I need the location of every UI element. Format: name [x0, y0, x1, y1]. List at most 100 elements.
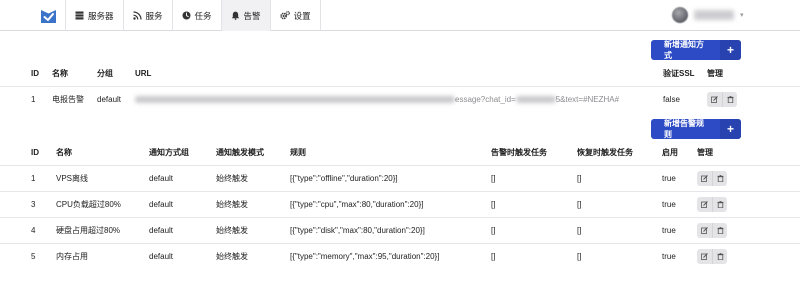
edit-button[interactable] [707, 92, 722, 107]
table-row: 1 VPS离线 default 始终触发 [{"type":"offline",… [0, 165, 800, 191]
bell-icon [231, 11, 239, 20]
cell-notification-group: default [149, 200, 174, 209]
rss-icon [132, 11, 142, 20]
logo-icon[interactable] [40, 7, 57, 24]
table-row: 3 CPU负载超过80% default 始终触发 [{"type":"cpu"… [0, 191, 800, 217]
plus-icon: + [719, 40, 741, 60]
row-actions [697, 192, 727, 217]
col-notification-group: 通知方式组 [149, 147, 189, 157]
delete-button[interactable] [712, 223, 727, 238]
cell-fail-trigger-tasks: [] [491, 252, 496, 261]
edit-button[interactable] [697, 249, 712, 264]
add-notification-label: 新增通知方式 [664, 40, 704, 60]
user-menu[interactable]: ▾ [672, 7, 744, 23]
cell-trigger-mode: 始终触发 [216, 226, 248, 235]
edit-icon [701, 175, 708, 182]
cell-fail-trigger-tasks: [] [491, 200, 496, 209]
nav-menu: 服务器 服务 任务 告警 设置 [65, 0, 321, 31]
edit-button[interactable] [697, 223, 712, 238]
col-id: ID [31, 147, 39, 157]
cell-name: CPU负载超过80% [56, 200, 121, 209]
row-actions [697, 244, 727, 269]
col-rules: 规则 [290, 147, 306, 157]
delete-button[interactable] [722, 92, 737, 107]
edit-icon [701, 227, 708, 234]
cell-trigger-mode: 始终触发 [216, 200, 248, 209]
cell-rules: [{"type":"offline","duration":20}] [290, 174, 398, 183]
cell-fail-trigger-tasks: [] [491, 226, 496, 235]
nav-item-alerts[interactable]: 告警 [220, 0, 270, 31]
chevron-down-icon: ▾ [740, 12, 744, 19]
cell-name: 内存占用 [56, 252, 88, 261]
trash-icon [727, 96, 733, 103]
edit-button[interactable] [697, 171, 712, 186]
cell-enabled: true [662, 174, 676, 183]
col-verify-ssl: 验证SSL [663, 68, 695, 78]
col-fail-trigger-tasks: 告警时触发任务 [491, 147, 547, 157]
cell-enabled: true [662, 200, 676, 209]
col-name: 名称 [52, 68, 68, 78]
cell-trigger-mode: 始终触发 [216, 174, 248, 183]
col-id: ID [31, 68, 39, 78]
user-name-redacted [694, 10, 734, 20]
add-alert-rule-label: 新增告警规则 [664, 119, 704, 139]
cell-fail-trigger-tasks: [] [491, 174, 496, 183]
nav-item-services[interactable]: 服务 [122, 0, 172, 31]
col-trigger-mode: 通知触发模式 [216, 147, 264, 157]
col-recover-trigger-tasks: 恢复时触发任务 [577, 147, 633, 157]
add-alert-rule-button[interactable]: 新增告警规则 + [651, 119, 741, 139]
url-visible-part: essage?chat_id= [455, 95, 516, 104]
cell-trigger-mode: 始终触发 [216, 252, 248, 261]
clock-icon [182, 11, 191, 20]
nav-item-label: 任务 [194, 10, 212, 21]
row-actions [707, 87, 737, 112]
cell-rules: [{"type":"cpu","max":80,"duration":20}] [290, 200, 424, 209]
trash-icon [717, 253, 723, 260]
cell-name: 硬盘占用超过80% [56, 226, 121, 235]
delete-button[interactable] [712, 249, 727, 264]
redacted-url-part [515, 96, 556, 103]
edit-icon [701, 253, 708, 260]
redacted-url-part [135, 96, 455, 103]
cell-name: 电报告警 [52, 95, 84, 104]
nav-item-settings[interactable]: 设置 [269, 0, 321, 31]
col-manage: 管理 [697, 147, 713, 157]
nav-item-label: 设置 [293, 10, 311, 21]
col-group: 分组 [97, 68, 113, 78]
url-visible-tail: 5&text=#NEZHA# [555, 95, 620, 104]
cell-id: 4 [31, 226, 36, 235]
cell-notification-group: default [149, 226, 174, 235]
cell-url: essage?chat_id= 5&text=#NEZHA# [135, 87, 619, 112]
cell-notification-group: default [149, 174, 174, 183]
cell-id: 1 [31, 95, 36, 104]
add-notification-button[interactable]: 新增通知方式 + [651, 40, 741, 60]
col-url: URL [135, 68, 152, 78]
cell-recover-trigger-tasks: [] [577, 174, 582, 183]
cell-id: 1 [31, 174, 36, 183]
delete-button[interactable] [712, 197, 727, 212]
table-row: 1 电报告警 default essage?chat_id= 5&text=#N… [0, 86, 800, 112]
cell-recover-trigger-tasks: [] [577, 200, 582, 209]
nav-item-tasks[interactable]: 任务 [171, 0, 221, 31]
cell-name: VPS离线 [56, 174, 89, 183]
cell-verify-ssl: false [663, 95, 680, 104]
cell-id: 5 [31, 252, 36, 261]
trash-icon [717, 227, 723, 234]
delete-button[interactable] [712, 171, 727, 186]
edit-button[interactable] [697, 197, 712, 212]
cell-group: default [97, 95, 122, 104]
table-row: 4 硬盘占用超过80% default 始终触发 [{"type":"disk"… [0, 217, 800, 243]
server-icon [75, 11, 84, 20]
top-navbar: 服务器 服务 任务 告警 设置 ▾ [0, 0, 800, 31]
cell-enabled: true [662, 252, 676, 261]
row-actions [697, 218, 727, 243]
cell-notification-group: default [149, 252, 174, 261]
nav-item-servers[interactable]: 服务器 [65, 0, 123, 31]
alert-rules-table-header: ID 名称 通知方式组 通知触发模式 规则 告警时触发任务 恢复时触发任务 启用… [0, 139, 800, 165]
edit-icon [701, 201, 708, 208]
cell-recover-trigger-tasks: [] [577, 226, 582, 235]
avatar[interactable] [672, 7, 688, 23]
plus-icon: + [719, 119, 741, 139]
table-row: 5 内存占用 default 始终触发 [{"type":"memory","m… [0, 243, 800, 269]
cogs-icon [279, 11, 290, 20]
